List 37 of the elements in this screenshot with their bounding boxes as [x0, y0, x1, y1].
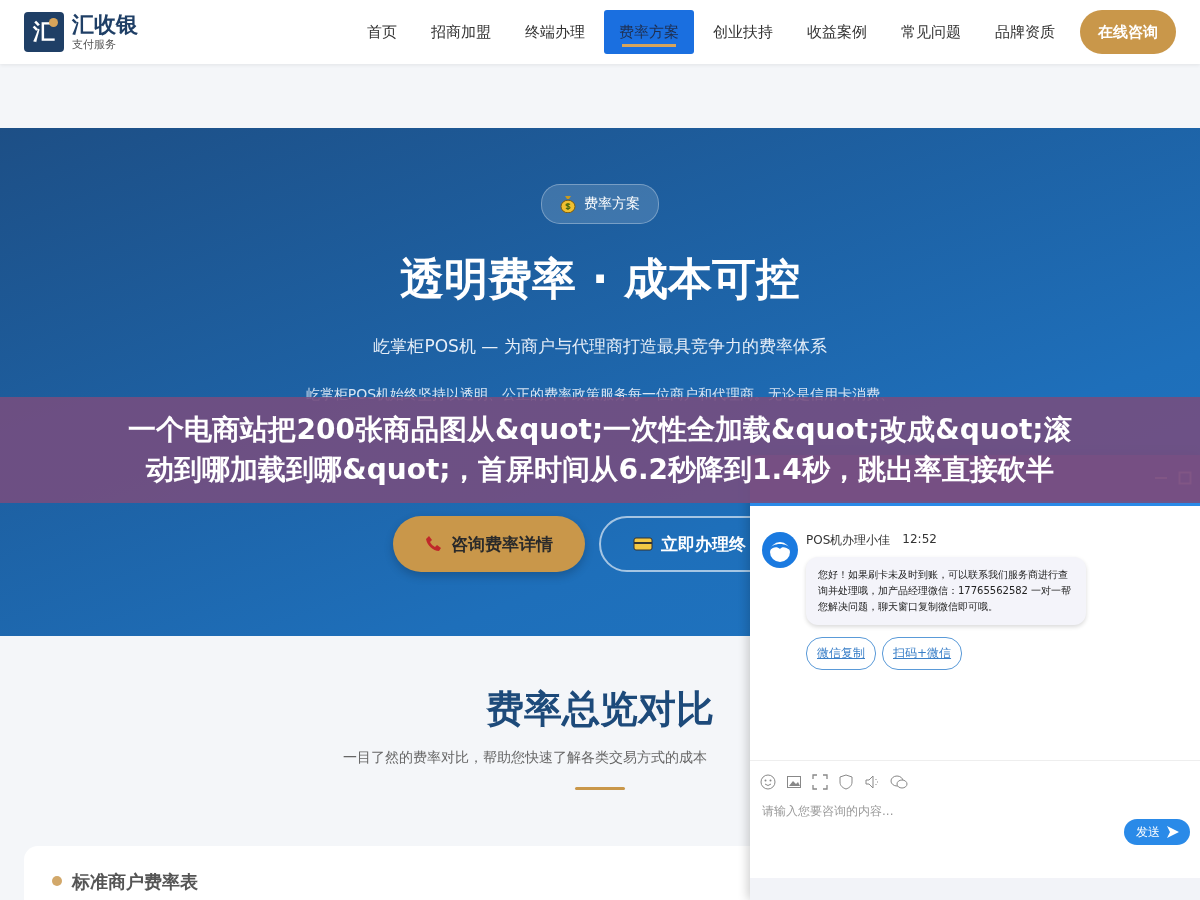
nav-link[interactable]: 创业扶持: [698, 10, 788, 54]
section-subtitle: 一目了然的费率对比，帮助您快速了解各类交易方式的成本: [343, 749, 707, 767]
money-bag-icon: [560, 195, 576, 213]
chat-bubbles-icon[interactable]: [890, 774, 908, 790]
hero-paragraph: 屹掌柜POS机始终坚持以透明、公正的费率政策服务每一位商户和代理商。无论是信用卡消费、: [305, 386, 895, 404]
bullet-icon: [52, 876, 62, 886]
send-button[interactable]: 发送: [1124, 819, 1190, 845]
nav-link[interactable]: 招商加盟: [416, 10, 506, 54]
card-title: 标准商户费率表: [72, 870, 198, 894]
nav-link[interactable]: 收益案例: [792, 10, 882, 54]
card-icon: [632, 537, 653, 551]
nav-link[interactable]: 终端办理: [510, 10, 600, 54]
send-icon: [1166, 825, 1180, 839]
message-bubble: 您好！如果刷卡未及时到账，可以联系我们服务商进行查询并处理哦，加产品经理微信：17765562582 一对一帮您解决问题，聊天窗口复制微信即可哦。: [806, 557, 1086, 625]
nav-link[interactable]: 首页: [352, 10, 412, 54]
quick-reply-link[interactable]: 扫码+微信: [882, 637, 963, 670]
quick-reply-link[interactable]: 微信复制: [806, 637, 876, 670]
hero-title: 透明费率 · 成本可控: [400, 252, 800, 306]
emoji-icon[interactable]: [760, 774, 776, 790]
speaker-icon[interactable]: [864, 774, 880, 790]
headline-line: 动到哪加载到哪&quot;，首屏时间从6.2秒降到1.4秒，跳出率直接砍半: [146, 452, 1054, 488]
shield-icon[interactable]: [838, 774, 854, 790]
consult-rates-button[interactable]: 咨询费率详情: [392, 516, 585, 572]
logo-tagline: 支付服务: [72, 36, 117, 52]
message-time: 12:52: [902, 532, 937, 548]
headline-line: 一个电商站把200张商品图从&quot;一次性全加载&quot;改成&quot;滚: [128, 412, 1072, 448]
phone-icon: [424, 535, 443, 553]
badge-label: 费率方案: [584, 195, 640, 213]
hero-subtitle: 屹掌柜POS机 — 为商户与代理商打造最具竞争力的费率体系: [373, 335, 827, 358]
nav-link[interactable]: 品牌资质: [980, 10, 1070, 54]
agent-name: POS机办理小佳: [806, 532, 891, 549]
image-icon[interactable]: [786, 774, 802, 790]
section-title: 费率总览对比: [486, 686, 714, 733]
avatar-icon: [762, 532, 798, 568]
nav-link[interactable]: 常见问题: [886, 10, 976, 54]
logo-name: 汇收银: [72, 12, 138, 37]
screenshot-icon[interactable]: [812, 774, 828, 790]
